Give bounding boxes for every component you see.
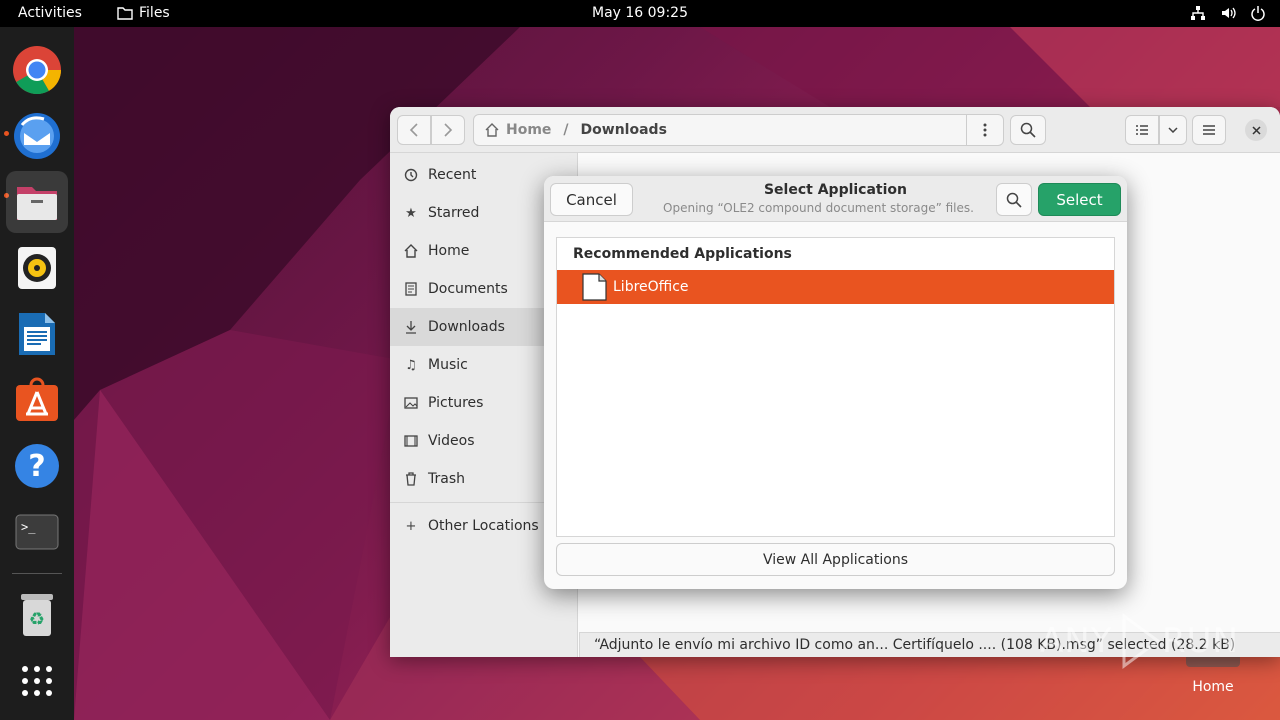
svg-text:♻: ♻ — [29, 609, 45, 630]
power-icon — [1251, 6, 1265, 21]
dock-thunderbird[interactable] — [6, 105, 68, 167]
dock-terminal[interactable]: >_ — [6, 501, 68, 563]
sidebar-item-label: Other Locations — [428, 518, 539, 534]
sidebar-item-label: Starred — [428, 205, 480, 221]
dock-files[interactable] — [6, 171, 68, 233]
music-icon: ♫ — [405, 357, 417, 373]
svg-text:>_: >_ — [21, 520, 36, 534]
sidebar-item-label: Pictures — [428, 395, 484, 411]
main-menu-button[interactable] — [1192, 115, 1226, 145]
rhythmbox-icon — [18, 247, 56, 289]
chevron-down-icon — [1168, 127, 1178, 133]
dock-separator — [12, 573, 62, 574]
dock-writer[interactable] — [6, 303, 68, 365]
sidebar-item-label: Music — [428, 357, 468, 373]
home-icon — [485, 123, 499, 137]
search-icon — [1020, 122, 1036, 138]
files-headerbar: Home / Downloads — [390, 107, 1280, 153]
path-segment-downloads[interactable]: Downloads — [581, 122, 667, 138]
download-icon — [404, 320, 418, 334]
window-close-button[interactable] — [1245, 119, 1267, 141]
plus-icon: + — [405, 518, 417, 534]
list-view-icon — [1136, 125, 1148, 135]
writer-icon — [19, 313, 55, 355]
dock-chrome[interactable] — [6, 39, 68, 101]
dock: ? >_ ♻ — [0, 27, 74, 720]
hamburger-icon — [1203, 125, 1215, 135]
clock[interactable]: May 16 09:25 — [0, 5, 1280, 21]
thunderbird-icon — [14, 113, 60, 159]
path-segment-home[interactable]: Home — [506, 122, 551, 138]
sidebar-item-label: Downloads — [428, 319, 505, 335]
path-menu-button[interactable] — [967, 115, 1003, 145]
path-separator: / — [563, 122, 569, 138]
files-search-button[interactable] — [1010, 115, 1046, 145]
dock-app-center[interactable] — [6, 369, 68, 431]
libreoffice-icon — [582, 273, 607, 301]
dock-help[interactable]: ? — [6, 435, 68, 497]
app-center-icon — [16, 377, 58, 421]
dock-rhythmbox[interactable] — [6, 237, 68, 299]
document-icon — [404, 282, 418, 296]
back-button[interactable] — [397, 115, 431, 145]
forward-button[interactable] — [431, 115, 465, 145]
dock-trash[interactable]: ♻ — [6, 584, 68, 646]
picture-icon — [404, 396, 418, 410]
files-icon — [17, 187, 57, 220]
application-list: Recommended Applications LibreOffice — [556, 237, 1115, 537]
terminal-icon: >_ — [15, 514, 59, 550]
view-list-button[interactable] — [1125, 115, 1159, 145]
view-options-button[interactable] — [1159, 115, 1187, 145]
dock-show-apps[interactable] — [6, 650, 68, 712]
sidebar-item-label: Trash — [428, 471, 465, 487]
trash-icon: ♻ — [21, 594, 53, 636]
svg-text:?: ? — [28, 449, 45, 484]
chevron-left-icon — [409, 123, 418, 137]
clock-icon — [404, 168, 418, 182]
close-icon — [1251, 125, 1261, 135]
status-bar: “Adjunto le envío mi archivo ID como an.… — [579, 632, 1280, 657]
app-grid-icon — [22, 666, 52, 696]
help-icon: ? — [15, 444, 59, 488]
sidebar-item-label: Home — [428, 243, 470, 259]
select-button[interactable]: Select — [1038, 183, 1121, 216]
path-bar[interactable]: Home / Downloads — [473, 114, 1004, 146]
selection-status: “Adjunto le envío mi archivo ID como an.… — [594, 637, 1236, 653]
system-tray[interactable] — [1190, 5, 1266, 21]
view-all-applications-button[interactable]: View All Applications — [556, 543, 1115, 576]
star-icon: ★ — [405, 205, 417, 221]
network-icon — [1191, 6, 1205, 20]
dialog-headerbar: Cancel Select Application Opening “OLE2 … — [544, 176, 1127, 222]
trash-icon — [404, 472, 418, 486]
dialog-search-button[interactable] — [996, 183, 1032, 216]
chrome-icon — [13, 46, 62, 95]
video-icon — [404, 434, 418, 448]
chevron-right-icon — [444, 123, 453, 137]
search-icon — [1006, 192, 1022, 208]
app-row-libreoffice[interactable]: LibreOffice — [557, 270, 1114, 304]
volume-icon — [1222, 7, 1236, 19]
select-application-dialog: Cancel Select Application Opening “OLE2 … — [544, 176, 1127, 589]
home-icon — [404, 244, 418, 258]
app-name: LibreOffice — [613, 279, 689, 295]
sidebar-item-label: Recent — [428, 167, 477, 183]
recommended-section-title: Recommended Applications — [573, 246, 792, 262]
sidebar-item-label: Documents — [428, 281, 508, 297]
desktop-home-label: Home — [1192, 679, 1234, 695]
sidebar-item-label: Videos — [428, 433, 475, 449]
top-bar: Activities Files May 16 09:25 — [0, 0, 1280, 27]
kebab-menu-icon — [983, 123, 987, 137]
